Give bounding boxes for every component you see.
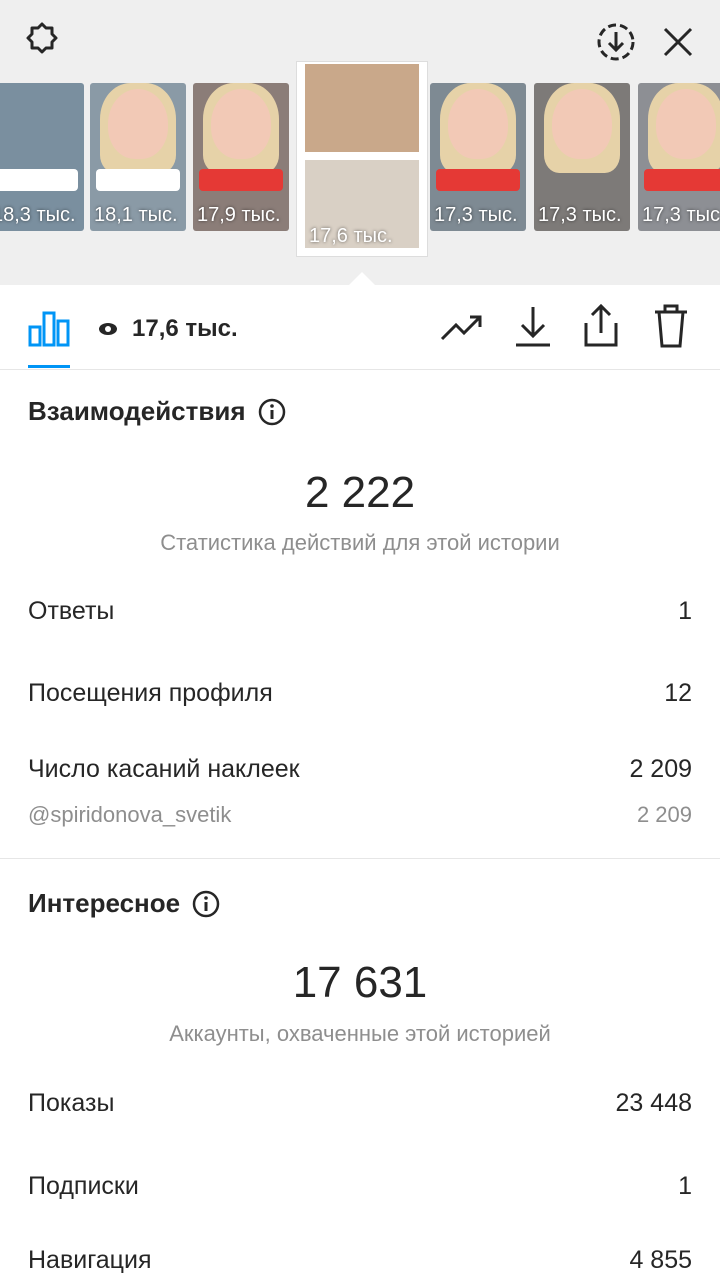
face-shape (656, 89, 716, 159)
share-icon[interactable] (580, 303, 622, 354)
story-views: 17,3 тыс. (434, 204, 518, 226)
stat-row-impressions: Показы 23 448 (28, 1089, 692, 1118)
close-icon[interactable] (654, 18, 702, 66)
story-toolbar: 17,6 тыс. (0, 285, 720, 370)
stat-label: Ответы (28, 597, 115, 625)
trend-icon[interactable] (440, 307, 484, 352)
face-shape (552, 89, 612, 159)
story-image-top (305, 64, 419, 152)
stat-row-replies: Ответы 1 (28, 597, 692, 626)
section-divider (0, 858, 720, 859)
stat-label: Навигация (28, 1246, 152, 1274)
story-sticker (644, 169, 720, 191)
stat-row-navigation: Навигация 4 855 (28, 1246, 692, 1275)
settings-icon[interactable] (18, 18, 66, 66)
story-thumb[interactable]: 17,9 тыс. (193, 83, 289, 231)
interactions-total: 2 222 (304, 468, 416, 517)
face-shape (211, 89, 271, 159)
views-count: 17,6 тыс. (98, 315, 238, 343)
stat-value: 4 855 (629, 1246, 692, 1274)
story-views: 17,9 тыс. (197, 204, 281, 226)
story-thumb[interactable]: 18,3 тыс. (0, 83, 84, 231)
selected-story-views: 17,6 тыс. (309, 225, 393, 247)
story-views: 17,3 тыс. (538, 204, 622, 226)
story-views: 18,3 тыс. (0, 204, 76, 226)
download-icon[interactable] (512, 305, 554, 354)
stat-value: 23 448 (615, 1089, 692, 1117)
discovery-title: Интересное (28, 888, 181, 918)
interactions-title: Взаимодействия (28, 396, 246, 426)
story-views: 17,3 тыс. (642, 204, 720, 226)
views-label: 17,6 тыс. (132, 315, 238, 342)
face-shape (108, 89, 168, 159)
info-icon[interactable] (192, 890, 220, 918)
stat-label: Число касаний наклеек (28, 755, 300, 783)
discovery-header: Интересное (28, 888, 220, 919)
story-views: 18,1 тыс. (94, 204, 178, 226)
trash-icon[interactable] (652, 303, 690, 354)
story-thumb[interactable]: 17,3 тыс. (430, 83, 526, 231)
story-thumb[interactable]: 17,3 тыс. (638, 83, 720, 231)
stat-value: 12 (664, 679, 692, 707)
story-sticker (436, 169, 520, 191)
story-sticker (0, 169, 78, 191)
interactions-header: Взаимодействия (28, 396, 286, 427)
eye-icon (99, 323, 117, 335)
face-shape (448, 89, 508, 159)
story-sticker (96, 169, 180, 191)
stat-row-profile-visits: Посещения профиля 12 (28, 679, 692, 708)
stat-row-follows: Подписки 1 (28, 1172, 692, 1201)
discovery-subtitle: Аккаунты, охваченные этой историей (169, 1021, 551, 1046)
selected-story-thumb[interactable]: 17,6 тыс. (297, 62, 427, 256)
info-icon[interactable] (258, 398, 286, 426)
story-thumb[interactable]: 18,1 тыс. (90, 83, 186, 231)
story-header: 18,3 тыс. 18,1 тыс. 17,9 тыс. 17,3 тыс. … (0, 0, 720, 286)
stat-row-sticker-taps: Число касаний наклеек 2 209 (28, 755, 692, 784)
stat-row-mention: @spiridonova_svetik 2 209 (28, 802, 692, 828)
story-sticker (199, 169, 283, 191)
tab-indicator (28, 365, 70, 368)
stat-label: @spiridonova_svetik (28, 802, 232, 827)
stat-value: 2 209 (629, 755, 692, 783)
stat-label: Посещения профиля (28, 679, 273, 707)
discovery-total: 17 631 (292, 958, 428, 1007)
interactions-subtitle: Статистика действий для этой истории (160, 530, 560, 555)
download-circle-icon[interactable] (592, 18, 640, 66)
bar-chart-icon[interactable] (28, 305, 70, 352)
stat-value: 1 (678, 1172, 692, 1200)
stat-value: 1 (678, 597, 692, 625)
story-thumb[interactable]: 17,3 тыс. (534, 83, 630, 231)
selected-caret (348, 272, 376, 286)
stat-label: Подписки (28, 1172, 139, 1200)
stat-value: 2 209 (636, 802, 692, 827)
stat-label: Показы (28, 1089, 115, 1117)
